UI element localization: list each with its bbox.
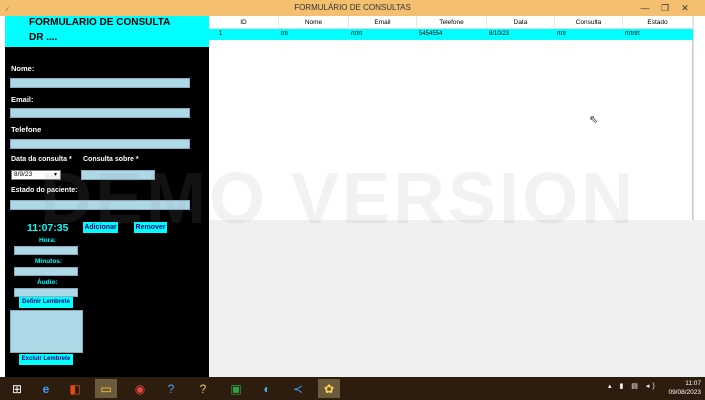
table-header: ID Nome Email Telefone Data Consulta Est… xyxy=(209,16,693,29)
cell-data: 8/10/23 xyxy=(489,31,510,37)
close-button[interactable]: ✕ xyxy=(676,0,694,16)
column-header-data[interactable]: Data xyxy=(487,16,555,29)
maximize-button[interactable]: ❐ xyxy=(656,0,674,16)
minutos-input[interactable] xyxy=(14,267,78,276)
chrome-icon[interactable]: ◉ xyxy=(129,379,151,398)
table-row[interactable]: 1 trtr rtrtrt 5454554 8/10/23 rtrtr rtrt… xyxy=(209,29,693,40)
system-tray-icons[interactable]: ▴ ▮ ▤ ◂) xyxy=(608,382,658,390)
column-header-telefone[interactable]: Telefone xyxy=(417,16,487,29)
cell-telefone: 5454554 xyxy=(419,31,443,37)
telefone-input[interactable] xyxy=(10,139,190,149)
taskbar: ⊞ e ◧ ▭ ◉ ? ? ▣ ◐ ≺ ✿ ▴ ▮ ▤ ◂) 11:07 09/… xyxy=(0,377,705,400)
store-icon[interactable]: ▣ xyxy=(225,379,247,398)
tray-time: 11:07 xyxy=(685,380,701,387)
internet-explorer-icon[interactable]: e xyxy=(35,379,57,398)
tray-clock[interactable]: 11:07 09/08/2023 xyxy=(668,379,701,398)
cell-id: 1 xyxy=(219,31,223,37)
empty-area xyxy=(209,220,705,378)
app-icon[interactable]: ? xyxy=(192,379,214,398)
window-title: FORMULÁRIO DE CONSULTAS xyxy=(294,3,411,12)
table-scrollbar[interactable] xyxy=(693,16,705,220)
definir-lembrete-button[interactable]: Definir Lembrete xyxy=(19,297,73,308)
reminder-list[interactable] xyxy=(10,310,83,353)
email-input[interactable] xyxy=(10,108,190,118)
demo-watermark: DEMO VERSION xyxy=(40,159,637,239)
form-header: FORMULARIO DE CONSULTA DR .... xyxy=(5,16,209,47)
mouse-cursor-icon: ⇖ xyxy=(589,114,599,126)
file-explorer-icon[interactable]: ▭ xyxy=(95,379,117,398)
excluir-lembrete-button[interactable]: Excluir Lembrete xyxy=(19,354,73,365)
nome-input[interactable] xyxy=(10,78,190,88)
email-label: Email: xyxy=(11,95,34,104)
office-icon[interactable]: ◧ xyxy=(64,379,86,398)
column-header-consulta[interactable]: Consulta xyxy=(555,16,623,29)
edge-icon[interactable]: ◐ xyxy=(256,379,278,398)
python-icon[interactable]: ✿ xyxy=(318,379,340,398)
minutos-label: Minutos: xyxy=(35,258,63,265)
help-icon[interactable]: ? xyxy=(160,379,182,398)
title-bar: ⸝ FORMULÁRIO DE CONSULTAS — ❐ ✕ xyxy=(0,0,705,16)
column-header-email[interactable]: Email xyxy=(349,16,417,29)
doctor-name: DR .... xyxy=(29,32,58,43)
hora-input[interactable] xyxy=(14,246,78,255)
audio-label: Áudio: xyxy=(37,279,58,286)
column-header-estado[interactable]: Estado xyxy=(623,16,693,29)
cell-email: rtrtrt xyxy=(351,31,362,37)
cell-nome: trtr xyxy=(281,31,289,37)
column-header-nome[interactable]: Nome xyxy=(279,16,349,29)
tray-date: 09/08/2023 xyxy=(668,389,701,396)
vscode-icon[interactable]: ≺ xyxy=(287,379,309,398)
cell-estado: rtrtrtrt xyxy=(625,31,640,37)
cell-consulta: rtrtr xyxy=(557,31,567,37)
audio-input[interactable] xyxy=(14,288,78,297)
minimize-button[interactable]: — xyxy=(636,0,654,16)
date-value: 8/9/23 xyxy=(14,171,33,178)
form-title: FORMULARIO DE CONSULTA xyxy=(29,17,171,28)
telefone-label: Telefone xyxy=(11,125,42,134)
nome-label: Nome: xyxy=(11,64,35,73)
start-windows-icon[interactable]: ⊞ xyxy=(6,379,28,398)
column-header-id[interactable]: ID xyxy=(209,16,279,29)
